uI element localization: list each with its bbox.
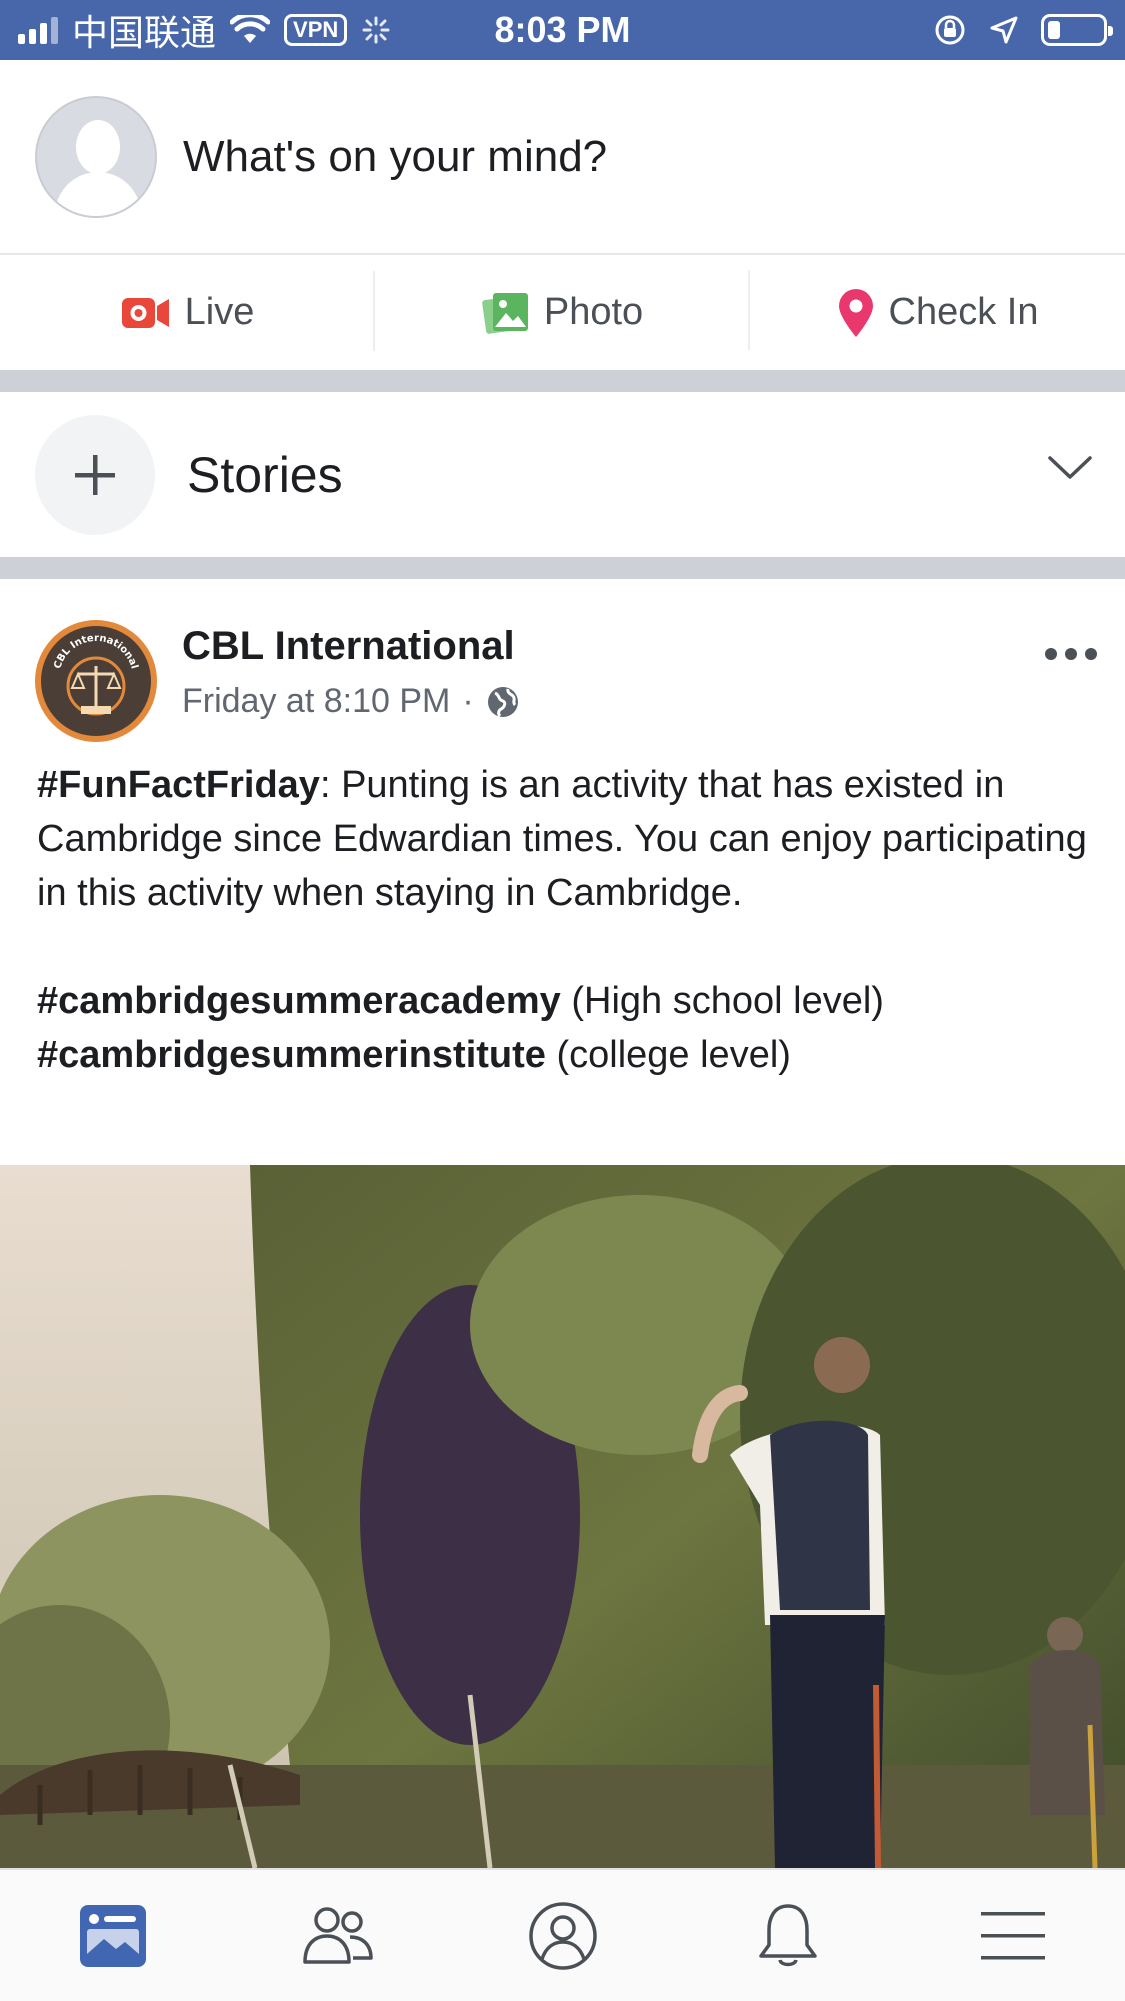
vpn-badge: VPN xyxy=(284,14,348,46)
profile-icon xyxy=(528,1901,597,1970)
photo-label: Photo xyxy=(543,291,644,333)
status-time: 8:03 PM xyxy=(494,9,631,50)
page-logo[interactable]: CBL International xyxy=(35,620,157,742)
status-bar: 中国联通 VPN 8:03 PM xyxy=(0,0,1125,60)
hashtag-cambridgesummerinstitute[interactable]: #cambridgesummerinstitute xyxy=(37,1034,546,1076)
battery-icon xyxy=(1041,14,1113,46)
bottom-tab-bar xyxy=(0,1868,1125,2001)
post-line: #cambridgesummeracademy (High school lev… xyxy=(37,974,1097,1028)
tab-profile[interactable] xyxy=(513,1886,613,1986)
post-paragraph: #FunFactFriday: Punting is an activity t… xyxy=(37,758,1097,920)
svg-text:CBL International: CBL International xyxy=(52,633,139,670)
scales-logo-icon: CBL International xyxy=(52,633,140,716)
post-text: #FunFactFriday: Punting is an activity t… xyxy=(37,758,1097,1082)
hamburger-menu-icon xyxy=(980,1911,1045,1959)
photo-icon xyxy=(482,292,528,334)
section-separator xyxy=(0,557,1125,579)
status-left: 中国联通 VPN xyxy=(18,4,391,56)
post-composer[interactable]: What's on your mind? xyxy=(0,60,1125,253)
post-photo[interactable] xyxy=(0,1165,1125,1868)
live-video-icon xyxy=(121,297,169,328)
meta-separator: · xyxy=(462,682,474,720)
page-name[interactable]: CBL International xyxy=(182,624,515,669)
tab-notifications[interactable] xyxy=(738,1886,838,1986)
section-separator xyxy=(0,370,1125,392)
stories-section[interactable]: Stories xyxy=(0,392,1125,557)
location-arrow-icon xyxy=(990,16,1018,44)
check-in-button[interactable]: Check In xyxy=(750,288,1125,338)
composer-prompt[interactable]: What's on your mind? xyxy=(183,132,607,182)
post-line: #cambridgesummerinstitute (college level… xyxy=(37,1028,1097,1082)
wifi-icon xyxy=(230,15,271,43)
plus-icon xyxy=(75,454,115,495)
loading-spinner-icon xyxy=(362,16,390,44)
tab-news-feed[interactable] xyxy=(63,1886,163,1986)
hashtag-funfactfriday[interactable]: #FunFactFriday xyxy=(37,764,320,806)
check-in-label: Check In xyxy=(888,291,1039,333)
post-line2-text: (High school level) xyxy=(560,980,884,1022)
photo-button[interactable]: Photo xyxy=(375,269,750,350)
live-button[interactable]: Live xyxy=(0,271,375,351)
composer-actions: Live Photo Check In xyxy=(0,255,1125,370)
live-label: Live xyxy=(184,291,255,333)
bell-icon xyxy=(758,1903,817,1966)
post-header: CBL International CBL International Frid… xyxy=(0,580,1125,742)
post-meta: Friday at 8:10 PM · xyxy=(182,682,520,721)
add-story-button[interactable] xyxy=(35,414,155,535)
carrier-name: 中国联通 xyxy=(72,12,217,53)
tab-menu[interactable] xyxy=(963,1886,1063,1986)
logo-text: CBL International xyxy=(52,633,139,670)
tab-friends[interactable] xyxy=(288,1886,388,1986)
news-feed-icon xyxy=(79,1904,146,1967)
location-pin-icon xyxy=(838,288,873,337)
post-timestamp[interactable]: Friday at 8:10 PM xyxy=(182,682,450,721)
punting-scene-image xyxy=(0,1165,1125,1868)
post-line3-text: (college level) xyxy=(545,1034,791,1076)
more-options-icon[interactable] xyxy=(1045,648,1097,660)
hashtag-cambridgesummeracademy[interactable]: #cambridgesummeracademy xyxy=(37,980,561,1022)
globe-icon xyxy=(487,686,518,717)
stories-label: Stories xyxy=(187,446,343,503)
rotation-lock-icon xyxy=(935,15,965,45)
friends-icon xyxy=(302,1906,373,1964)
chevron-down-icon[interactable] xyxy=(1047,454,1093,482)
user-avatar[interactable] xyxy=(35,95,157,218)
status-right xyxy=(933,13,1113,47)
signal-strength-icon xyxy=(18,16,58,44)
